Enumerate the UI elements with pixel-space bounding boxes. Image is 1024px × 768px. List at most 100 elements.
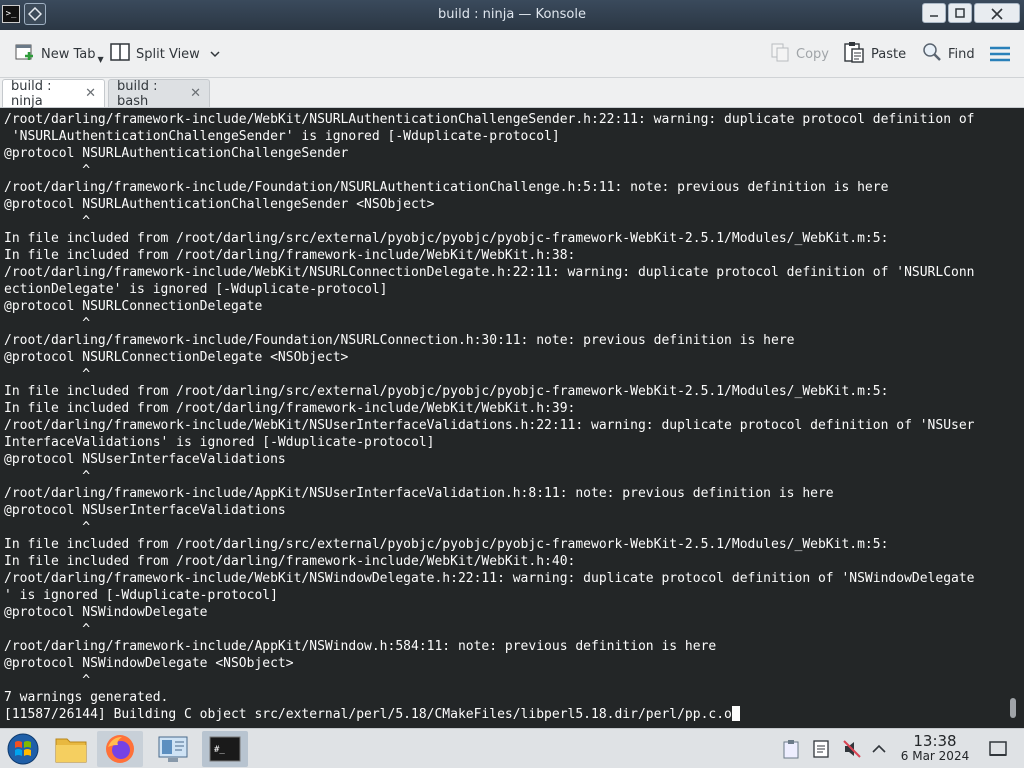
- svg-text:#_: #_: [214, 745, 225, 755]
- firefox-icon[interactable]: [97, 731, 143, 767]
- clock-time[interactable]: 13:38: [905, 732, 965, 750]
- close-icon[interactable]: ✕: [190, 86, 201, 101]
- terminal-line-text: @protocol NSURLAuthenticationChallengeSe…: [4, 197, 435, 212]
- terminal-line-text: /root/darling/framework-include/WebKit/N…: [4, 571, 975, 586]
- terminal-line: /root/darling/framework-include/WebKit/N…: [4, 570, 1000, 587]
- start-menu-icon[interactable]: [0, 731, 46, 767]
- system-settings-icon[interactable]: [150, 731, 196, 767]
- toolbar: New Tab ▼ Split View Copy Paste Find: [0, 30, 1024, 78]
- terminal-line: /root/darling/framework-include/Foundati…: [4, 179, 1000, 196]
- terminal-line: ^: [4, 162, 1000, 179]
- terminal-line-text: ^: [4, 673, 91, 688]
- terminal-line-text: In file included from /root/darling/fram…: [4, 248, 576, 263]
- terminal-line: /root/darling/framework-include/WebKit/N…: [4, 417, 1000, 434]
- find-icon: [922, 42, 942, 66]
- copy-label: Copy: [796, 46, 829, 62]
- terminal-line: ^: [4, 213, 1000, 230]
- terminal-line-text: /root/darling/framework-include/WebKit/N…: [4, 112, 975, 127]
- split-view-icon: [110, 43, 130, 65]
- terminal-line-text: ^: [4, 214, 91, 229]
- terminal-line: In file included from /root/darling/fram…: [4, 553, 1000, 570]
- close-icon[interactable]: [974, 3, 1020, 23]
- minimize-icon[interactable]: [922, 3, 946, 23]
- scrollbar[interactable]: [1010, 698, 1016, 718]
- terminal-line-text: 7 warnings generated.: [4, 690, 169, 705]
- notes-icon[interactable]: [812, 739, 830, 759]
- terminal-line-text: InterfaceValidations' is ignored [-Wdupl…: [4, 435, 435, 450]
- terminal-line: [11587/26144] Building C object src/exte…: [4, 706, 1000, 723]
- terminal-line: In file included from /root/darling/src/…: [4, 536, 1000, 553]
- terminal-line-text: ^: [4, 316, 91, 331]
- terminal-line: @protocol NSURLConnectionDelegate: [4, 298, 1000, 315]
- close-icon[interactable]: ✕: [85, 86, 96, 101]
- terminal-line-text: In file included from /root/darling/src/…: [4, 384, 889, 399]
- terminal-line-text: @protocol NSURLAuthenticationChallengeSe…: [4, 146, 349, 161]
- terminal-line: In file included from /root/darling/fram…: [4, 247, 1000, 264]
- clock-date[interactable]: 6 Mar 2024: [895, 749, 975, 763]
- new-tab-icon: [15, 42, 35, 66]
- terminal-line-text: @protocol NSURLConnectionDelegate: [4, 299, 263, 314]
- hamburger-menu-icon[interactable]: [989, 42, 1011, 66]
- copy-button[interactable]: Copy: [770, 42, 829, 66]
- find-label: Find: [948, 46, 975, 62]
- maximize-icon[interactable]: [948, 3, 972, 23]
- chevron-up-icon[interactable]: [872, 739, 886, 759]
- terminal-line-text: ^: [4, 367, 91, 382]
- split-view-label: Split View: [136, 46, 200, 62]
- terminal-line-text: [11587/26144] Building C object src/exte…: [4, 707, 732, 722]
- terminal-line: 7 warnings generated.: [4, 689, 1000, 706]
- terminal-line-text: @protocol NSWindowDelegate: [4, 605, 208, 620]
- terminal-line: /root/darling/framework-include/AppKit/N…: [4, 485, 1000, 502]
- paste-button[interactable]: Paste: [843, 42, 906, 66]
- terminal-line-text: In file included from /root/darling/src/…: [4, 231, 889, 246]
- terminal-line: In file included from /root/darling/src/…: [4, 383, 1000, 400]
- terminal-line: @protocol NSUserInterfaceValidations: [4, 451, 1000, 468]
- tab-label: build : bash: [117, 78, 158, 109]
- terminal-line: 'NSURLAuthenticationChallengeSender' is …: [4, 128, 1000, 145]
- file-manager-icon[interactable]: [48, 731, 94, 767]
- volume-muted-icon[interactable]: [842, 739, 862, 759]
- terminal-line-text: In file included from /root/darling/fram…: [4, 554, 576, 569]
- terminal-line-text: @protocol NSWindowDelegate <NSObject>: [4, 656, 294, 671]
- terminal-line: @protocol NSURLConnectionDelegate <NSObj…: [4, 349, 1000, 366]
- tab-build-ninja[interactable]: build : ninja ✕: [2, 79, 105, 109]
- terminal-output[interactable]: /root/darling/framework-include/WebKit/N…: [0, 109, 1024, 728]
- terminal-line: In file included from /root/darling/fram…: [4, 400, 1000, 417]
- terminal-line-text: ^: [4, 520, 91, 535]
- clipboard-icon[interactable]: [782, 739, 800, 759]
- terminal-line: ^: [4, 315, 1000, 332]
- chevron-down-icon[interactable]: [210, 47, 220, 62]
- title-bar[interactable]: >_ build : ninja — Konsole: [0, 0, 1024, 30]
- tab-build-bash[interactable]: build : bash ✕: [108, 78, 210, 109]
- terminal-line-text: ectionDelegate' is ignored [-Wduplicate-…: [4, 282, 388, 297]
- terminal-line: @protocol NSURLAuthenticationChallengeSe…: [4, 145, 1000, 162]
- terminal-line-text: @protocol NSURLConnectionDelegate <NSObj…: [4, 350, 349, 365]
- show-desktop-icon[interactable]: [988, 739, 1008, 759]
- terminal-line: ^: [4, 519, 1000, 536]
- find-button[interactable]: Find: [922, 42, 975, 66]
- terminal-line-text: @protocol NSUserInterfaceValidations: [4, 452, 286, 467]
- terminal-line: ectionDelegate' is ignored [-Wduplicate-…: [4, 281, 1000, 298]
- terminal-line-text: /root/darling/framework-include/Foundati…: [4, 180, 889, 195]
- terminal-line-text: In file included from /root/darling/src/…: [4, 537, 889, 552]
- terminal-line: ^: [4, 621, 1000, 638]
- terminal-line-text: ' is ignored [-Wduplicate-protocol]: [4, 588, 278, 603]
- taskbar: #_ 13:38 6 Mar 2024: [0, 728, 1024, 768]
- terminal-line: @protocol NSWindowDelegate: [4, 604, 1000, 621]
- terminal-line: @protocol NSWindowDelegate <NSObject>: [4, 655, 1000, 672]
- paste-label: Paste: [871, 46, 907, 62]
- new-tab-label: New Tab: [41, 46, 96, 62]
- terminal-line: ' is ignored [-Wduplicate-protocol]: [4, 587, 1000, 604]
- terminal-line-text: In file included from /root/darling/fram…: [4, 401, 576, 416]
- chevron-down-icon[interactable]: ▼: [98, 55, 104, 64]
- terminal-line: /root/darling/framework-include/AppKit/N…: [4, 638, 1000, 655]
- terminal-line-text: /root/darling/framework-include/WebKit/N…: [4, 265, 975, 280]
- new-tab-button[interactable]: New Tab ▼: [15, 42, 104, 66]
- terminal-line-text: ^: [4, 163, 91, 178]
- terminal-line: /root/darling/framework-include/WebKit/N…: [4, 111, 1000, 128]
- konsole-icon[interactable]: #_: [202, 731, 248, 767]
- terminal-line-text: /root/darling/framework-include/WebKit/N…: [4, 418, 975, 433]
- terminal-line: /root/darling/framework-include/WebKit/N…: [4, 264, 1000, 281]
- terminal-line-text: @protocol NSUserInterfaceValidations: [4, 503, 286, 518]
- split-view-button[interactable]: Split View: [110, 42, 220, 66]
